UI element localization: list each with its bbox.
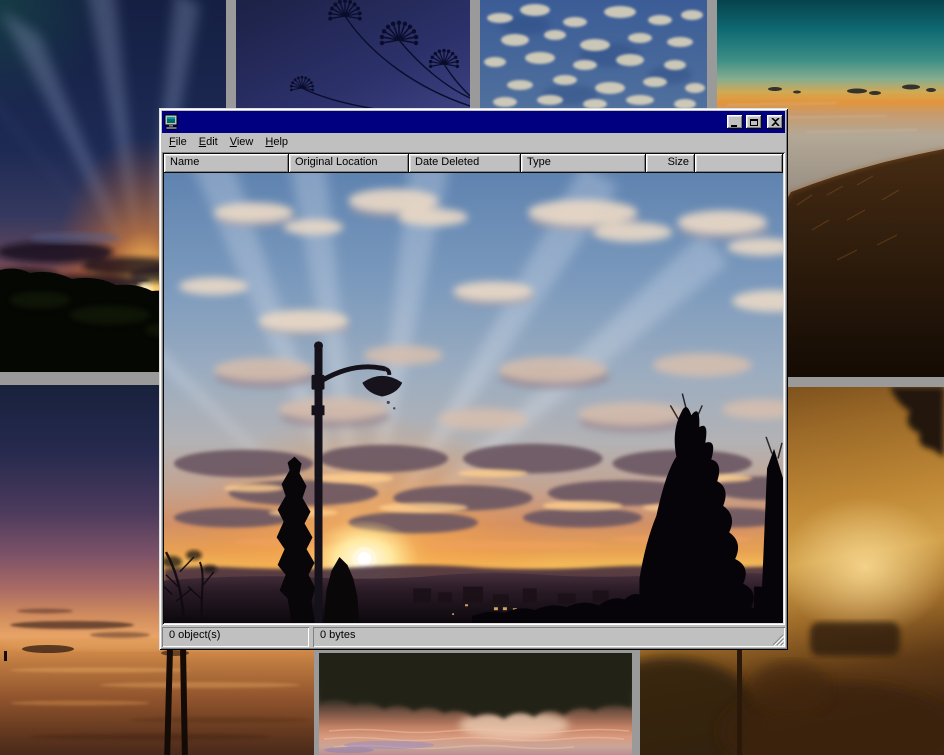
- photo-water-reflection: [319, 653, 632, 755]
- column-header-stub[interactable]: [695, 154, 783, 173]
- column-header-size[interactable]: Size: [646, 154, 695, 173]
- status-bar: 0 object(s) 0 bytes: [162, 625, 785, 647]
- column-header-name[interactable]: Name: [164, 154, 289, 173]
- list-frame: Name Original Location Date Deleted Type…: [162, 152, 785, 625]
- list-view[interactable]: [164, 173, 783, 623]
- minimize-icon: [731, 125, 737, 127]
- maximize-icon: [750, 119, 758, 126]
- close-button[interactable]: [767, 115, 783, 129]
- minimize-button[interactable]: [727, 115, 743, 129]
- column-header-original-location[interactable]: Original Location: [289, 154, 409, 173]
- title-bar[interactable]: [162, 111, 785, 133]
- desktop-collage: File Edit View Help Name Original Locati…: [0, 0, 944, 755]
- streetlamp-sunset-photo: [164, 173, 783, 623]
- status-size: 0 bytes: [313, 627, 785, 647]
- menu-edit[interactable]: Edit: [193, 135, 224, 149]
- close-icon: [771, 118, 780, 126]
- photo-water-reflection-image: [319, 653, 632, 755]
- menu-file[interactable]: File: [163, 135, 193, 149]
- computer-monitor-icon[interactable]: [164, 114, 180, 130]
- explorer-window: File Edit View Help Name Original Locati…: [159, 108, 788, 650]
- column-header-date-deleted[interactable]: Date Deleted: [409, 154, 521, 173]
- column-header-type[interactable]: Type: [521, 154, 646, 173]
- maximize-button[interactable]: [746, 115, 762, 129]
- resize-grip-icon[interactable]: [771, 633, 784, 646]
- status-object-count: 0 object(s): [162, 627, 309, 647]
- column-header-row: Name Original Location Date Deleted Type…: [164, 154, 783, 173]
- menu-view[interactable]: View: [224, 135, 260, 149]
- menu-bar: File Edit View Help: [162, 133, 785, 151]
- menu-help[interactable]: Help: [259, 135, 294, 149]
